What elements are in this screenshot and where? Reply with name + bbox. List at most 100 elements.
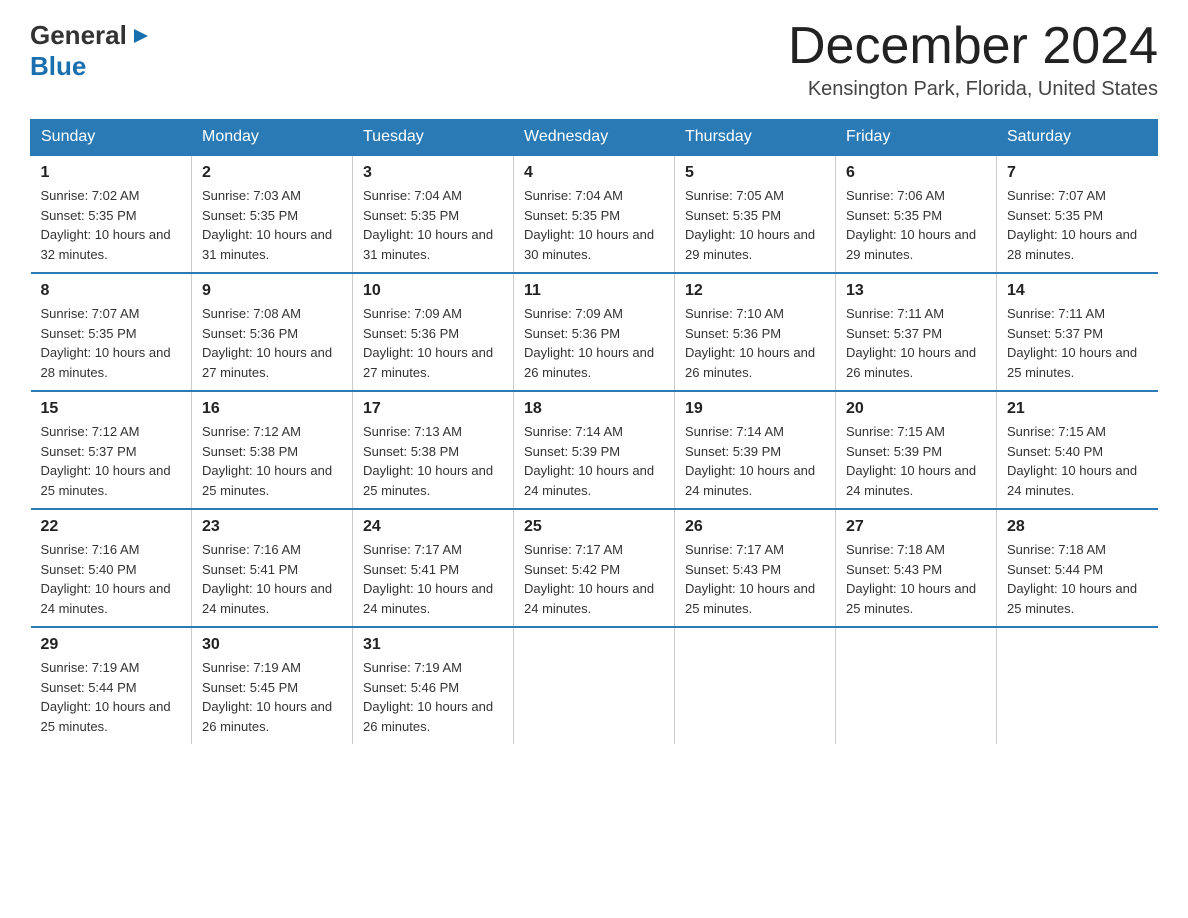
table-row: 12 Sunrise: 7:10 AMSunset: 5:36 PMDayligh… [675,273,836,391]
day-info: Sunrise: 7:17 AMSunset: 5:42 PMDaylight:… [524,540,664,618]
day-number: 15 [41,400,182,418]
day-number: 28 [1007,518,1148,536]
day-number: 6 [846,164,986,182]
day-number: 23 [202,518,342,536]
day-info: Sunrise: 7:07 AMSunset: 5:35 PMDaylight:… [1007,186,1148,264]
day-info: Sunrise: 7:08 AMSunset: 5:36 PMDaylight:… [202,304,342,382]
table-row: 21 Sunrise: 7:15 AMSunset: 5:40 PMDayligh… [997,391,1158,509]
table-row: 6 Sunrise: 7:06 AMSunset: 5:35 PMDaylight… [836,155,997,273]
month-title: December 2024 [788,20,1158,72]
table-row: 26 Sunrise: 7:17 AMSunset: 5:43 PMDayligh… [675,509,836,627]
table-row: 11Sunrise: 7:09 AMSunset: 5:36 PMDayligh… [514,273,675,391]
day-info: Sunrise: 7:19 AMSunset: 5:46 PMDaylight:… [363,658,503,736]
day-info: Sunrise: 7:07 AMSunset: 5:35 PMDaylight:… [41,304,182,382]
day-number: 24 [363,518,503,536]
table-row: 17 Sunrise: 7:13 AMSunset: 5:38 PMDayligh… [353,391,514,509]
day-info: Sunrise: 7:14 AMSunset: 5:39 PMDaylight:… [685,422,825,500]
day-info: Sunrise: 7:02 AMSunset: 5:35 PMDaylight:… [41,186,182,264]
day-info: Sunrise: 7:13 AMSunset: 5:38 PMDaylight:… [363,422,503,500]
day-number: 5 [685,164,825,182]
table-row: 8 Sunrise: 7:07 AMSunset: 5:35 PMDaylight… [31,273,192,391]
day-number: 26 [685,518,825,536]
col-sunday: Sunday [31,120,192,156]
day-info: Sunrise: 7:11 AMSunset: 5:37 PMDaylight:… [846,304,986,382]
calendar-week-row: 29Sunrise: 7:19 AMSunset: 5:44 PMDayligh… [31,627,1158,744]
calendar-header-row: Sunday Monday Tuesday Wednesday Thursday… [31,120,1158,156]
day-number: 13 [846,282,986,300]
table-row: 7 Sunrise: 7:07 AMSunset: 5:35 PMDaylight… [997,155,1158,273]
table-row: 13 Sunrise: 7:11 AMSunset: 5:37 PMDayligh… [836,273,997,391]
day-number: 19 [685,400,825,418]
day-number: 14 [1007,282,1148,300]
table-row: 28 Sunrise: 7:18 AMSunset: 5:44 PMDayligh… [997,509,1158,627]
day-info: Sunrise: 7:04 AMSunset: 5:35 PMDaylight:… [524,186,664,264]
table-row: 24Sunrise: 7:17 AMSunset: 5:41 PMDayligh… [353,509,514,627]
day-number: 7 [1007,164,1148,182]
calendar-table: Sunday Monday Tuesday Wednesday Thursday… [30,119,1158,744]
day-info: Sunrise: 7:11 AMSunset: 5:37 PMDaylight:… [1007,304,1148,382]
table-row: 22Sunrise: 7:16 AMSunset: 5:40 PMDayligh… [31,509,192,627]
table-row [675,627,836,744]
logo-blue-text: Blue [30,51,86,82]
day-info: Sunrise: 7:19 AMSunset: 5:45 PMDaylight:… [202,658,342,736]
calendar-week-row: 15Sunrise: 7:12 AMSunset: 5:37 PMDayligh… [31,391,1158,509]
day-info: Sunrise: 7:12 AMSunset: 5:38 PMDaylight:… [202,422,342,500]
logo: General Blue [30,20,152,82]
day-number: 17 [363,400,503,418]
table-row: 18 Sunrise: 7:14 AMSunset: 5:39 PMDayligh… [514,391,675,509]
day-number: 12 [685,282,825,300]
title-area: December 2024 Kensington Park, Florida, … [788,20,1158,101]
calendar-week-row: 1Sunrise: 7:02 AMSunset: 5:35 PMDaylight… [31,155,1158,273]
day-number: 27 [846,518,986,536]
day-info: Sunrise: 7:16 AMSunset: 5:40 PMDaylight:… [41,540,182,618]
day-number: 2 [202,164,342,182]
table-row: 14 Sunrise: 7:11 AMSunset: 5:37 PMDayligh… [997,273,1158,391]
table-row: 5 Sunrise: 7:05 AMSunset: 5:35 PMDaylight… [675,155,836,273]
col-saturday: Saturday [997,120,1158,156]
table-row: 31 Sunrise: 7:19 AMSunset: 5:46 PMDayligh… [353,627,514,744]
day-number: 18 [524,400,664,418]
day-info: Sunrise: 7:05 AMSunset: 5:35 PMDaylight:… [685,186,825,264]
day-info: Sunrise: 7:16 AMSunset: 5:41 PMDaylight:… [202,540,342,618]
day-number: 8 [41,282,182,300]
table-row: 16 Sunrise: 7:12 AMSunset: 5:38 PMDayligh… [192,391,353,509]
table-row: 19 Sunrise: 7:14 AMSunset: 5:39 PMDayligh… [675,391,836,509]
location-subtitle: Kensington Park, Florida, United States [788,78,1158,101]
day-number: 10 [363,282,503,300]
table-row: 10 Sunrise: 7:09 AMSunset: 5:36 PMDayligh… [353,273,514,391]
day-info: Sunrise: 7:18 AMSunset: 5:43 PMDaylight:… [846,540,986,618]
day-number: 20 [846,400,986,418]
day-number: 25 [524,518,664,536]
col-tuesday: Tuesday [353,120,514,156]
day-number: 21 [1007,400,1148,418]
table-row [997,627,1158,744]
day-info: Sunrise: 7:17 AMSunset: 5:43 PMDaylight:… [685,540,825,618]
day-info: Sunrise: 7:15 AMSunset: 5:40 PMDaylight:… [1007,422,1148,500]
day-info: Sunrise: 7:04 AMSunset: 5:35 PMDaylight:… [363,186,503,264]
day-number: 30 [202,636,342,654]
logo-arrow-icon [130,25,152,47]
col-thursday: Thursday [675,120,836,156]
table-row: 9Sunrise: 7:08 AMSunset: 5:36 PMDaylight… [192,273,353,391]
day-info: Sunrise: 7:06 AMSunset: 5:35 PMDaylight:… [846,186,986,264]
calendar-week-row: 8 Sunrise: 7:07 AMSunset: 5:35 PMDaylight… [31,273,1158,391]
table-row: 30 Sunrise: 7:19 AMSunset: 5:45 PMDayligh… [192,627,353,744]
page-header: General Blue December 2024 Kensington Pa… [30,20,1158,101]
table-row: 2 Sunrise: 7:03 AMSunset: 5:35 PMDaylight… [192,155,353,273]
day-info: Sunrise: 7:09 AMSunset: 5:36 PMDaylight:… [524,304,664,382]
day-info: Sunrise: 7:18 AMSunset: 5:44 PMDaylight:… [1007,540,1148,618]
day-info: Sunrise: 7:14 AMSunset: 5:39 PMDaylight:… [524,422,664,500]
day-info: Sunrise: 7:09 AMSunset: 5:36 PMDaylight:… [363,304,503,382]
day-number: 31 [363,636,503,654]
table-row [514,627,675,744]
day-info: Sunrise: 7:03 AMSunset: 5:35 PMDaylight:… [202,186,342,264]
table-row: 20Sunrise: 7:15 AMSunset: 5:39 PMDayligh… [836,391,997,509]
day-info: Sunrise: 7:10 AMSunset: 5:36 PMDaylight:… [685,304,825,382]
table-row: 4Sunrise: 7:04 AMSunset: 5:35 PMDaylight… [514,155,675,273]
calendar-week-row: 22Sunrise: 7:16 AMSunset: 5:40 PMDayligh… [31,509,1158,627]
day-number: 29 [41,636,182,654]
col-friday: Friday [836,120,997,156]
table-row: 23 Sunrise: 7:16 AMSunset: 5:41 PMDayligh… [192,509,353,627]
table-row: 29Sunrise: 7:19 AMSunset: 5:44 PMDayligh… [31,627,192,744]
day-number: 16 [202,400,342,418]
